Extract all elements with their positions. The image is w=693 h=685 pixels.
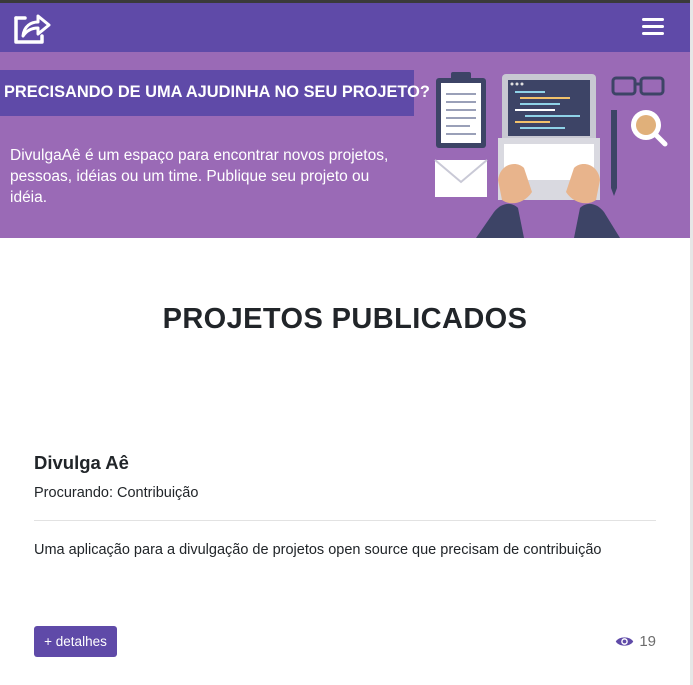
clipboard-icon xyxy=(436,72,486,148)
hero-title: PRECISANDO DE UMA AJUDINHA NO SEU PROJET… xyxy=(4,83,430,101)
details-button[interactable]: + detalhes xyxy=(34,626,117,657)
glasses-icon xyxy=(611,76,665,96)
project-title: Divulga Aê xyxy=(34,452,129,473)
pen-icon xyxy=(611,110,617,196)
hero-banner: PRECISANDO DE UMA AJUDINHA NO SEU PROJET… xyxy=(0,52,690,238)
project-card: Divulga Aê Procurando: Contribuição Uma … xyxy=(34,448,656,678)
hamburger-line xyxy=(642,18,664,21)
project-description: Uma aplicação para a divulgação de proje… xyxy=(34,542,602,558)
laptop-workspace-illustration xyxy=(434,72,668,238)
hero-description: DivulgaAê é um espaço para encontrar nov… xyxy=(10,147,389,206)
hamburger-line xyxy=(642,32,664,35)
page-title: PROJETOS PUBLICADOS xyxy=(162,303,528,335)
card-divider xyxy=(34,520,656,521)
hero-title-box: PRECISANDO DE UMA AJUDINHA NO SEU PROJET… xyxy=(0,70,430,116)
project-looking-for: Procurando: Contribuição xyxy=(34,485,199,501)
navbar xyxy=(0,3,690,52)
views-counter: 19 xyxy=(615,631,656,651)
magnifier-icon xyxy=(631,110,668,147)
hamburger-icon[interactable] xyxy=(642,18,664,38)
views-count: 19 xyxy=(639,632,656,650)
eye-icon xyxy=(616,636,634,646)
hamburger-line xyxy=(642,25,664,28)
envelope-icon xyxy=(434,159,488,197)
brand-logo[interactable] xyxy=(12,10,52,46)
share-arrow-icon xyxy=(14,14,51,44)
